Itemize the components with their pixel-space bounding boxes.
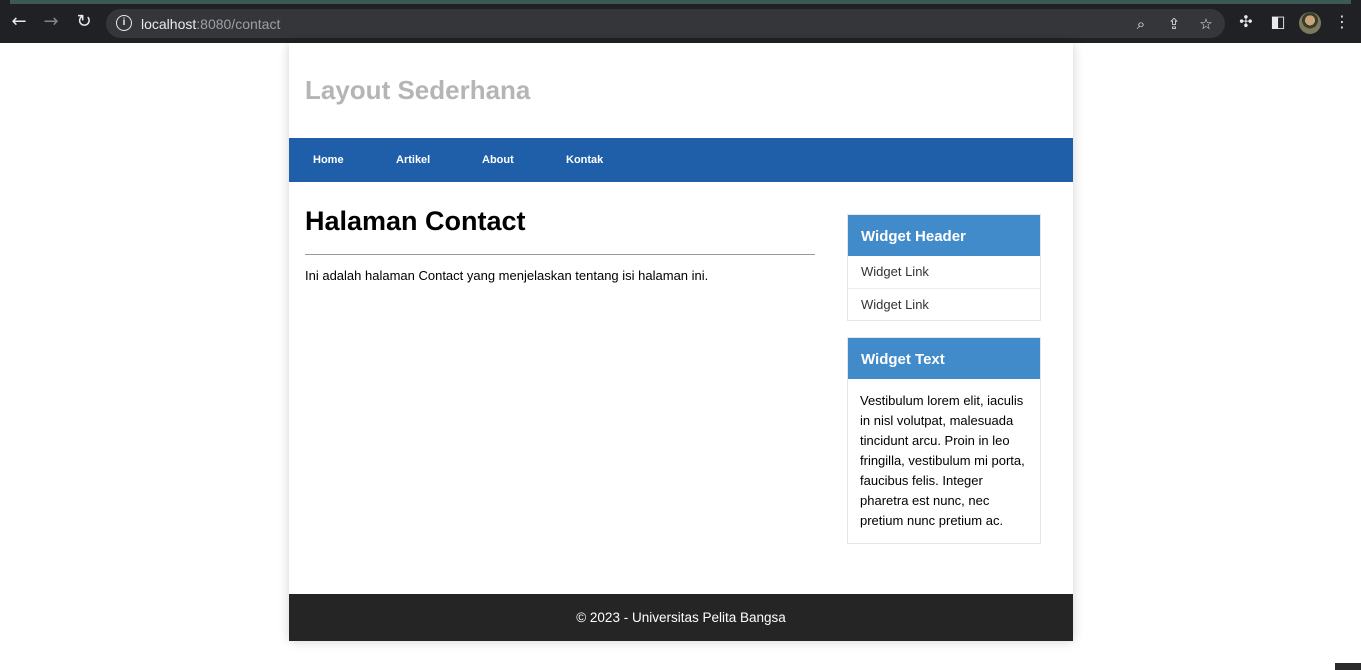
nav-about[interactable]: About [482,154,514,166]
widget-link[interactable]: Widget Link [848,256,1040,288]
reload-icon[interactable]: ↻ [74,12,94,32]
info-icon[interactable]: i [116,15,132,31]
main-nav: Home Artikel About Kontak [289,138,1073,182]
widget-links: Widget Header Widget Link Widget Link [847,214,1041,321]
footer-text: © 2023 - Universitas Pelita Bangsa [576,610,786,625]
site-header: Layout Sederhana [289,43,1073,138]
url-path: :8080/contact [196,16,281,32]
site-footer: © 2023 - Universitas Pelita Bangsa [289,594,1073,641]
title-divider [305,254,815,255]
widget-link[interactable]: Widget Link [848,288,1040,320]
avatar[interactable] [1299,12,1321,34]
page-text: Ini adalah halaman Contact yang menjelas… [305,268,709,283]
nav-artikel[interactable]: Artikel [396,154,430,166]
url-host: localhost [141,16,197,32]
arrow-right-icon[interactable]: → [41,12,61,32]
address-url[interactable]: localhost:8080/contact [141,16,280,32]
address-bar[interactable]: i localhost:8080/contact ⌕ ⇪ ☆ [106,9,1225,38]
browser-toolbar: ← → ↻ i localhost:8080/contact ⌕ ⇪ ☆ ✣ ◧… [0,0,1361,43]
zoom-icon[interactable]: ⌕ [1132,15,1150,33]
share-icon[interactable]: ⇪ [1165,15,1183,33]
side-panel-icon[interactable]: ◧ [1268,12,1288,32]
widget-text-body: Vestibulum lorem elit, iaculis in nisl v… [860,393,1025,528]
corner-strip [1335,663,1361,670]
kebab-menu-icon[interactable]: ⋮ [1332,12,1352,32]
widget-text-header: Widget Text [848,338,1040,379]
puzzle-icon[interactable]: ✣ [1236,12,1256,32]
widget-header: Widget Header [848,215,1040,256]
nav-home[interactable]: Home [313,154,344,166]
page-container: Layout Sederhana Home Artikel About Kont… [289,43,1073,641]
page-title: Halaman Contact [305,206,526,236]
widget-text: Widget Text Vestibulum lorem elit, iacul… [847,337,1041,544]
star-icon[interactable]: ☆ [1197,15,1215,33]
nav-kontak[interactable]: Kontak [566,154,603,166]
arrow-left-icon[interactable]: ← [9,12,29,32]
window-top-strip [0,0,1361,4]
site-title: Layout Sederhana [305,75,531,105]
